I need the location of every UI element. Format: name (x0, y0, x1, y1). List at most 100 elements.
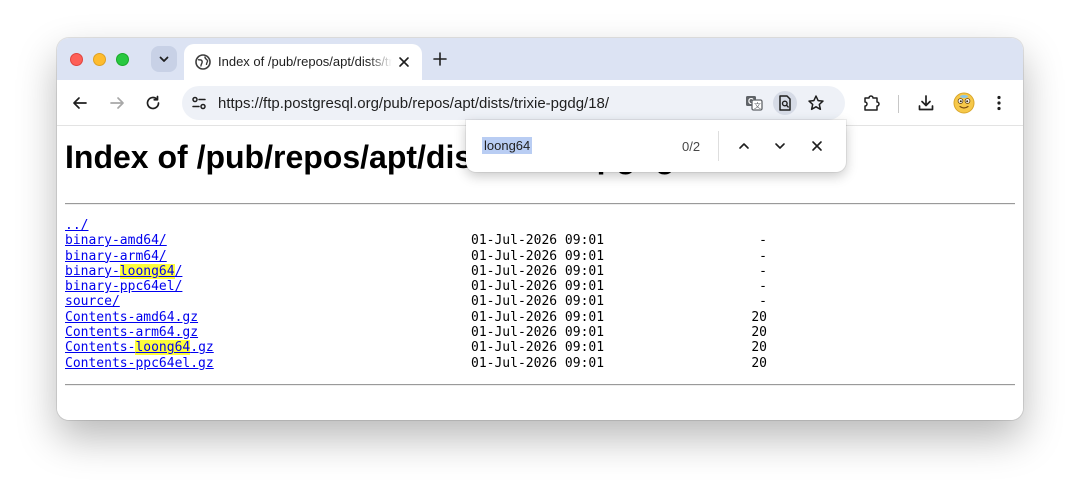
zoom-window-button[interactable] (116, 53, 129, 66)
table-row: binary-ppc64el/01-Jul-2026 09:01 - (65, 279, 767, 294)
find-in-page-icon (779, 95, 791, 111)
close-window-button[interactable] (70, 53, 83, 66)
back-button[interactable] (69, 92, 91, 114)
link-text: Contents-ppc64el.gz (65, 355, 214, 371)
link-text: source/ (65, 294, 120, 310)
bookmark-button[interactable] (806, 93, 826, 113)
link-text: binary- (65, 263, 120, 279)
listing-link[interactable]: binary-arm64/ (65, 249, 167, 264)
toolbar-divider (898, 95, 899, 113)
chevron-down-icon (775, 143, 785, 149)
listing-link[interactable]: ../ (65, 218, 88, 233)
table-row: source/01-Jul-2026 09:01 - (65, 294, 767, 309)
modified-date: 01-Jul-2026 09:01 (471, 248, 605, 264)
divider-bottom (65, 384, 1015, 386)
kebab-menu-icon (997, 95, 1001, 111)
extensions-button[interactable] (861, 92, 883, 114)
file-size: 20 (751, 325, 767, 341)
find-match-highlight: loong64 (119, 263, 175, 279)
table-row: Contents-amd64.gz 01-Jul-2026 09:01 20 (65, 310, 767, 325)
tab-strip: Index of /pub/repos/apt/dists/trixie-pgd… (57, 38, 1023, 80)
find-in-page-button[interactable] (773, 91, 797, 115)
browser-window: Index of /pub/repos/apt/dists/trixie-pgd… (57, 38, 1023, 420)
file-size: 20 (751, 309, 767, 325)
tab-search-button[interactable] (151, 46, 177, 72)
arrow-right-icon (110, 97, 124, 109)
listing-link[interactable]: Contents-ppc64el.gz (65, 356, 214, 371)
globe-icon (195, 54, 211, 70)
minimize-window-button[interactable] (93, 53, 106, 66)
modified-date: 01-Jul-2026 09:01 (471, 355, 605, 371)
link-text: ../ (65, 218, 89, 233)
listing-link[interactable]: Contents-amd64.gz (65, 310, 198, 325)
find-match-count: 0/2 (682, 139, 701, 154)
translate-icon: G 文 (746, 96, 763, 111)
address-bar[interactable]: https://ftp.postgresql.org/pub/repos/apt… (182, 86, 845, 120)
file-size: - (759, 233, 767, 249)
table-row: binary-loong64/01-Jul-2026 09:01- (65, 263, 767, 279)
link-text: binary-ppc64el/ (65, 279, 183, 295)
divider-top (65, 203, 1015, 205)
find-input[interactable]: loong64 (482, 137, 533, 154)
tune-icon[interactable] (190, 94, 208, 112)
table-row: binary-amd64/01-Jul-2026 09:01 - (65, 233, 767, 248)
modified-date: 01-Jul-2026 09:01 (471, 233, 605, 249)
modified-date: 01-Jul-2026 09:01 (471, 263, 605, 279)
puzzle-icon (864, 95, 880, 111)
link-text: Contents- (65, 340, 136, 356)
file-size: - (759, 294, 767, 310)
profile-button[interactable] (952, 91, 976, 115)
listing-link[interactable]: binary-ppc64el/ (65, 279, 182, 294)
file-size: - (759, 279, 767, 295)
tab-active[interactable]: Index of /pub/repos/apt/dists/trixie-pgd… (184, 44, 422, 80)
downloads-button[interactable] (915, 92, 937, 114)
listing-link[interactable]: source/ (65, 294, 120, 309)
modified-date: 01-Jul-2026 09:01 (471, 309, 605, 325)
forward-button[interactable] (106, 92, 128, 114)
file-size: - (759, 248, 767, 264)
find-bar: loong64 0/2 (466, 120, 846, 172)
reload-button[interactable] (142, 92, 164, 114)
table-row: Contents-ppc64el.gz 01-Jul-2026 09:01 20 (65, 356, 767, 371)
chevron-up-icon (739, 143, 749, 149)
menu-button[interactable] (988, 92, 1010, 114)
modified-date: 01-Jul-2026 09:01 (471, 340, 605, 356)
close-icon (812, 141, 822, 151)
find-separator (718, 131, 719, 161)
file-size: 20 (751, 355, 767, 371)
reload-icon (146, 95, 160, 110)
link-text: / (174, 263, 183, 279)
link-text: Contents-arm64.gz (65, 325, 199, 341)
find-close-button[interactable] (807, 136, 827, 156)
modified-date: 01-Jul-2026 09:01 (471, 279, 605, 295)
table-row: Contents-arm64.gz 01-Jul-2026 09:01 20 (65, 325, 767, 340)
find-match-highlight: loong64 (135, 340, 191, 356)
file-size: - (759, 263, 767, 279)
plus-icon[interactable] (431, 50, 449, 68)
link-text: Contents-amd64.gz (65, 309, 199, 325)
link-text: binary-arm64/ (65, 248, 167, 264)
tab-title: Index of /pub/repos/apt/dists/trixie-pgd… (218, 54, 392, 69)
arrow-left-icon (73, 97, 87, 109)
modified-date: 01-Jul-2026 09:01 (471, 325, 605, 341)
star-icon (808, 95, 824, 111)
chevron-down-icon (159, 56, 169, 62)
close-icon[interactable] (396, 54, 412, 70)
avatar-icon (953, 92, 975, 114)
table-row: ../ (65, 218, 214, 233)
find-previous-button[interactable] (734, 136, 754, 156)
translate-button[interactable]: G 文 (744, 93, 764, 113)
download-icon (918, 95, 934, 111)
modified-date: 01-Jul-2026 09:01 (471, 294, 605, 310)
listing-link[interactable]: binary-amd64/ (65, 233, 167, 248)
table-row: Contents-loong64.gz 01-Jul-2026 09:01 20 (65, 340, 767, 356)
link-text: .gz (190, 340, 214, 356)
listing-link[interactable]: Contents-arm64.gz (65, 325, 198, 340)
url-text[interactable]: https://ftp.postgresql.org/pub/repos/apt… (218, 95, 609, 112)
listing-link[interactable]: Contents-loong64.gz (65, 340, 214, 356)
directory-listing: ../binary-amd64/01-Jul-2026 09:01- binary… (65, 218, 767, 371)
table-row: binary-arm64/01-Jul-2026 09:01 - (65, 249, 767, 264)
link-text: binary-amd64/ (65, 233, 167, 249)
find-next-button[interactable] (770, 136, 790, 156)
listing-link[interactable]: binary-loong64/ (65, 263, 183, 279)
